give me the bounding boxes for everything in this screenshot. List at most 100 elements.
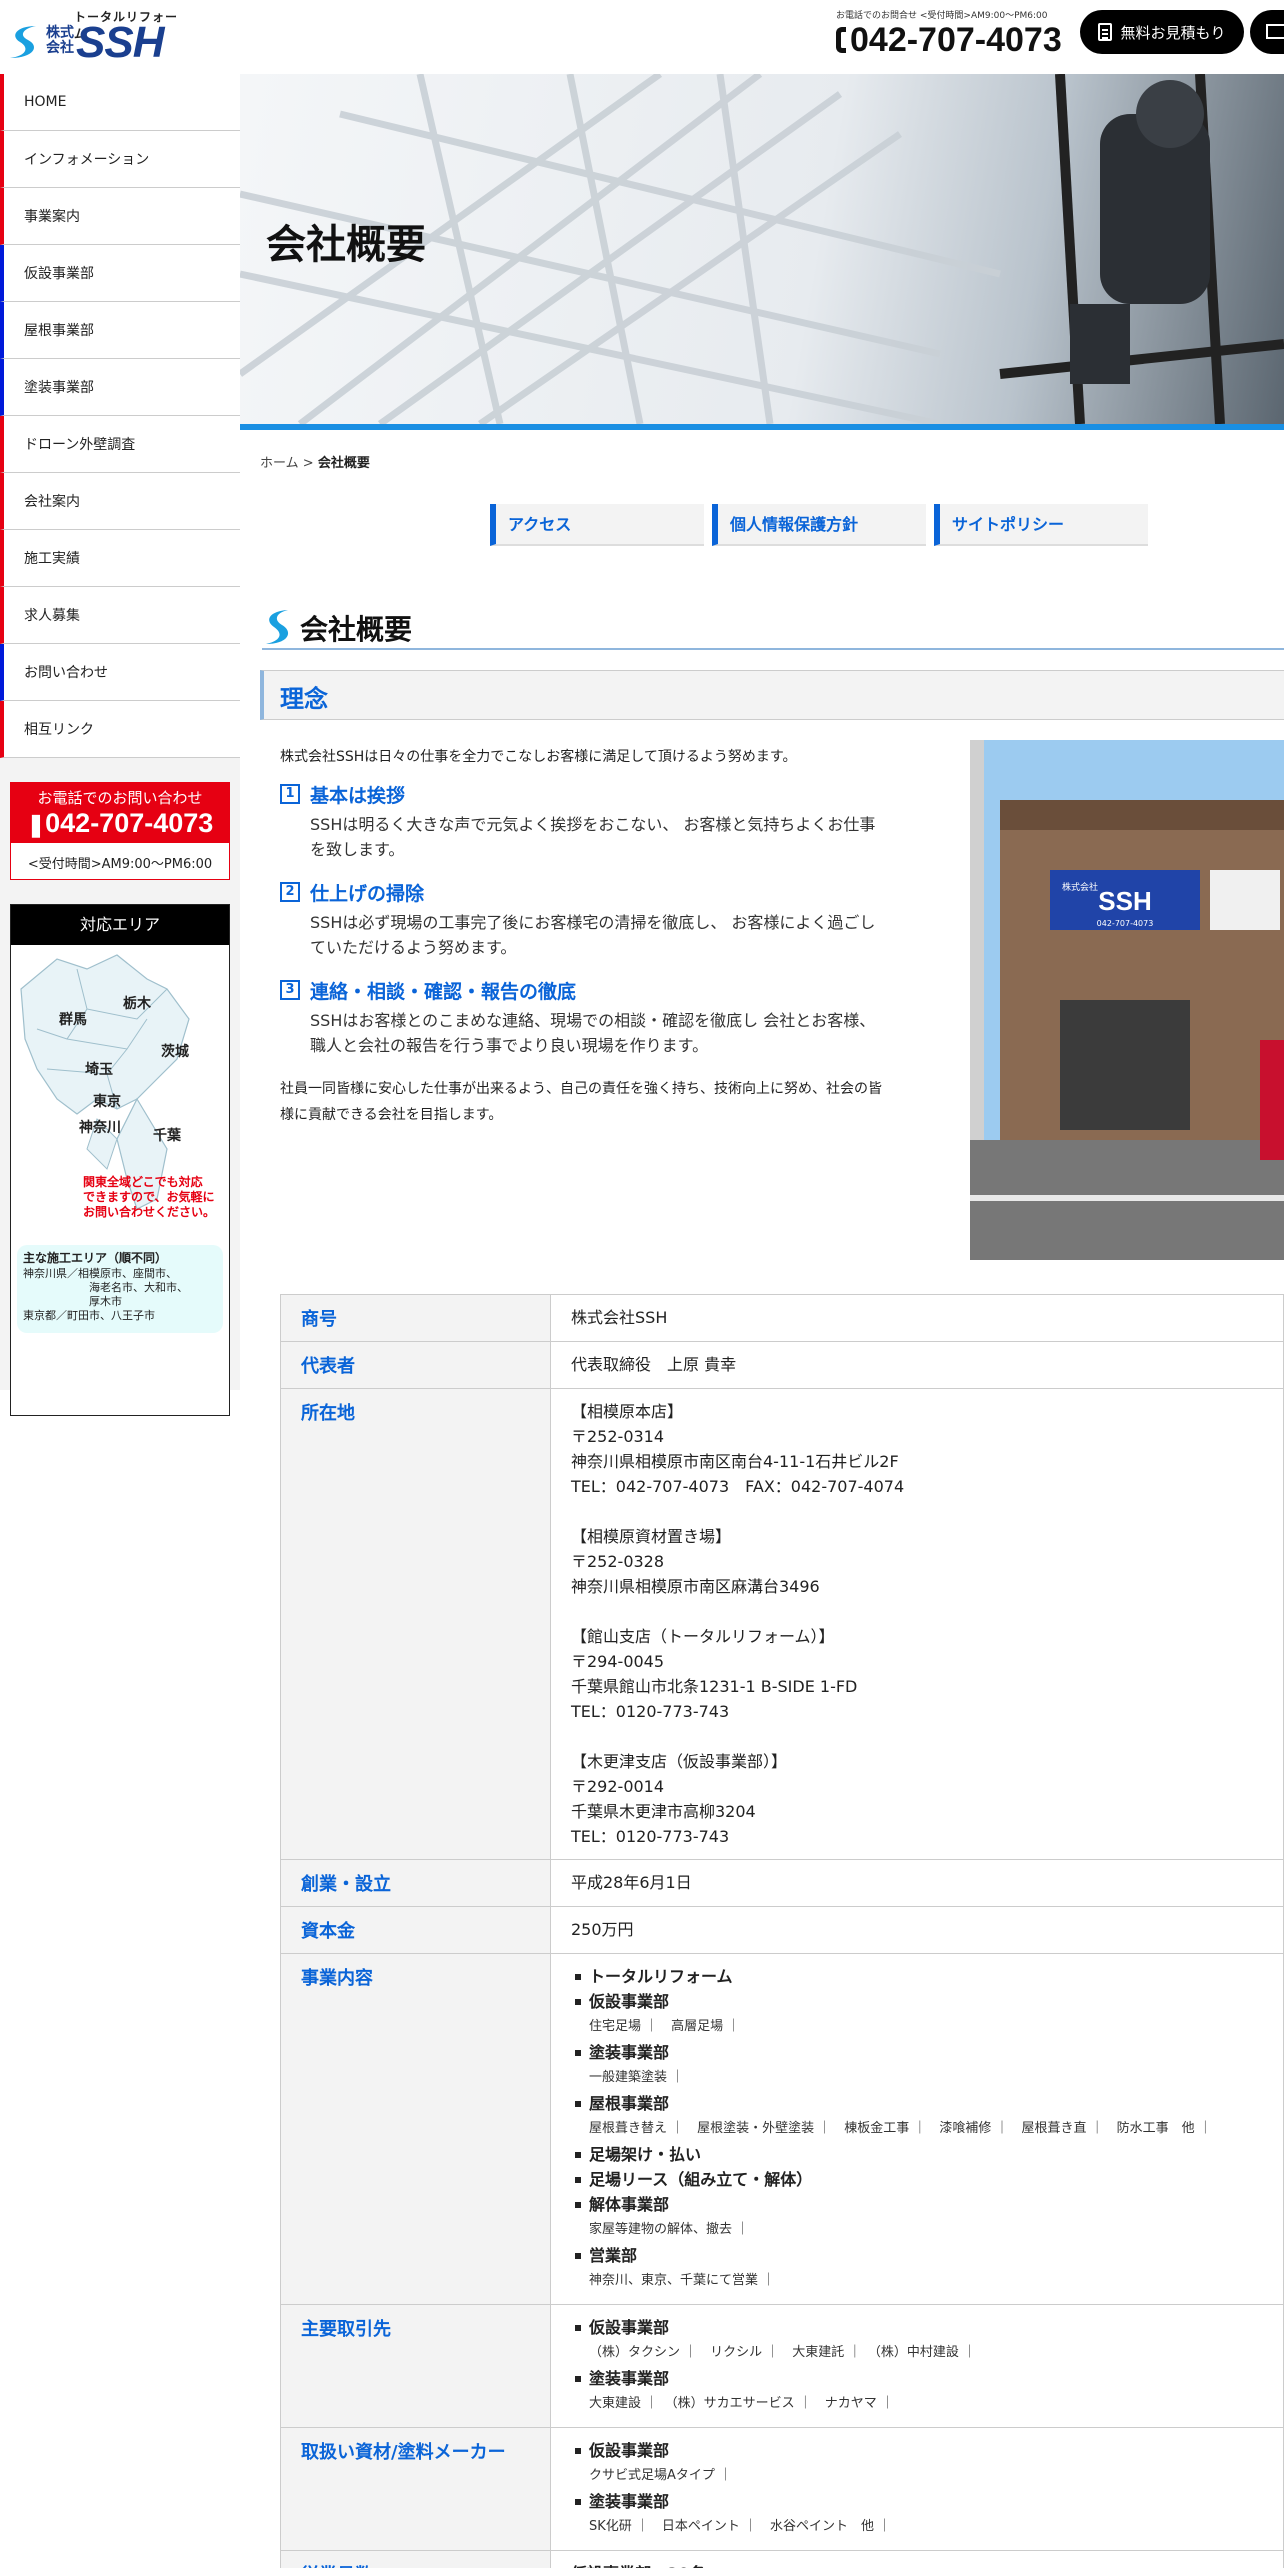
sidebar-item-painting[interactable]: 塗装事業部 — [0, 359, 240, 416]
row-label: 主要取引先 — [280, 2304, 551, 2428]
mail-button[interactable] — [1250, 10, 1284, 54]
sidebar-item-recruit[interactable]: 求人募集 — [0, 587, 240, 644]
row-label: 商号 — [280, 1294, 551, 1342]
row-label: 資本金 — [280, 1906, 551, 1954]
sidebar-item-contact[interactable]: お問い合わせ — [0, 644, 240, 701]
philosophy-heading: 理念 — [260, 670, 1284, 720]
philosophy-point-body: SSHはお客様とのこまめな連絡、現場での相談・確認を徹底し 会社とお客様、職人と… — [310, 1011, 876, 1055]
header-tel-number: 042-707-4073 — [850, 21, 1062, 59]
company-logo[interactable]: トータルリフォーム 株式会社 SSH — [6, 6, 186, 68]
table-row: 創業・設立 平成28年6月1日 — [280, 1859, 1284, 1907]
row-label: 事業内容 — [280, 1953, 551, 2305]
sidebar-item-information[interactable]: インフォメーション — [0, 131, 240, 188]
service-area-box: 対応エリア 群馬 栃木 茨城 埼玉 東京 神奈川 千葉 関東全域どこでも対応 で… — [10, 904, 230, 1416]
company-info-table: 商号 株式会社SSH 代表者 代表取締役 上原 貴幸 所在地 【相模原本店】 〒… — [280, 1294, 1284, 2568]
row-value: 平成28年6月1日 — [550, 1859, 1284, 1907]
breadcrumb-home[interactable]: ホーム — [260, 456, 299, 471]
subnav-privacy[interactable]: 個人情報保護方針 — [712, 504, 926, 546]
sidebar-item-home[interactable]: HOME — [0, 74, 240, 131]
area-label-gunma: 群馬 — [59, 1012, 87, 1028]
table-row: 所在地 【相模原本店】 〒252-0314 神奈川県相模原市南区南台4-11-1… — [280, 1388, 1284, 1860]
header-contact: お電話でのお問合せ <受付時間>AM9:00〜PM6:00 042-707-40… — [836, 8, 1062, 59]
table-row: 事業内容 トータルリフォーム 仮設事業部 住宅足場 ｜ 高層足場 ｜ 塗装事業部… — [280, 1953, 1284, 2305]
row-label: 所在地 — [280, 1388, 551, 1860]
philosophy-point-body: SSHは明るく大きな声で元気よく挨拶をおこない、 お客様と気持ちよくお仕事を致し… — [310, 815, 876, 859]
office-sign-sub: 株式会社 — [1062, 881, 1098, 893]
table-row: 代表者 代表取締役 上原 貴幸 — [280, 1341, 1284, 1389]
office-sign-tel: 042-707-4073 — [1097, 919, 1154, 928]
sidebar-item-works[interactable]: 施工実績 — [0, 530, 240, 587]
hero-title: 会社概要 — [266, 222, 426, 268]
service-area-title: 対応エリア — [11, 905, 229, 945]
office-sign-brand: SSH — [1098, 886, 1151, 916]
subnav-site-policy[interactable]: サイトポリシー — [934, 504, 1148, 546]
row-value: 仮設事業部 20名 — [550, 2550, 1284, 2568]
section-swoosh-icon — [266, 610, 289, 644]
breadcrumb: ホーム > 会社概要 — [260, 452, 370, 471]
sidebar-item-drone[interactable]: ドローン外壁調査 — [0, 416, 240, 473]
header-contact-note: お電話でのお問合せ <受付時間>AM9:00〜PM6:00 — [836, 11, 1048, 21]
sidebar-item-roofing[interactable]: 屋根事業部 — [0, 302, 240, 359]
table-row: 取扱い資材/塗料メーカー 仮設事業部 クサビ式足場Aタイプ ｜ 塗装事業部 SK… — [280, 2427, 1284, 2551]
breadcrumb-current: 会社概要 — [317, 456, 370, 471]
business-list: トータルリフォーム 仮設事業部 住宅足場 ｜ 高層足場 ｜ 塗装事業部 一般建築… — [571, 1964, 1263, 2294]
row-label: 代表者 — [280, 1341, 551, 1389]
philosophy-closing: 社員一同皆様に安心した仕事が出来るよう、自己の責任を強く持ち、技術向上に努め、社… — [280, 1081, 882, 1123]
sidebar-tel-hours: <受付時間>AM9:00〜PM6:00 — [27, 857, 213, 872]
sidebar-tel-box[interactable]: お電話でのお問い合わせ ❚042-707-4073 <受付時間>AM9:00〜P… — [10, 782, 230, 880]
sidebar-tel-number: ❚042-707-4073 — [26, 808, 214, 838]
materials-list: 仮設事業部 クサビ式足場Aタイプ ｜ 塗装事業部 SK化研 ｜ 日本ペイント ｜… — [571, 2438, 1263, 2540]
philosophy-point-title: 連絡・相談・確認・報告の徹底 — [310, 981, 577, 1003]
mail-icon — [1266, 24, 1284, 39]
table-row: 従業員数 仮設事業部 20名 — [280, 2550, 1284, 2568]
logo-kaisha: 株式会社 — [46, 25, 74, 56]
table-row: 主要取引先 仮設事業部 （株）タクシン ｜ リクシル ｜ 大東建託 ｜ （株）中… — [280, 2304, 1284, 2428]
phone-icon: ❚ — [26, 812, 46, 837]
breadcrumb-separator: > — [302, 456, 314, 471]
logo-swoosh-icon — [10, 26, 36, 58]
free-estimate-button[interactable]: 無料お見積もり — [1080, 10, 1244, 54]
subnav-access[interactable]: アクセス — [490, 504, 704, 546]
sidebar-tel-title: お電話でのお問い合わせ — [37, 789, 203, 807]
office-building-image: SSH 株式会社 042-707-4073 — [970, 740, 1284, 1260]
service-area-list: 主な施工エリア（順不同） 神奈川県／相模原市、座間市、 海老名市、大和市、 厚木… — [17, 1245, 223, 1333]
clients-list: 仮設事業部 （株）タクシン ｜ リクシル ｜ 大東建託 ｜ （株）中村建設 ｜ … — [571, 2315, 1263, 2417]
row-value: 株式会社SSH — [550, 1294, 1284, 1342]
row-value: 250万円 — [550, 1906, 1284, 1954]
philosophy-point: 2 仕上げの掃除 SSHは必ず現場の工事完了後にお客様宅の清掃を徹底し、 お客様… — [280, 880, 880, 960]
philosophy-point-title: 基本は挨拶 — [310, 785, 406, 807]
section-title: 会社概要 — [262, 604, 1284, 650]
philosophy-point-body: SSHは必ず現場の工事完了後にお客様宅の清掃を徹底し、 お客様によく過ごしていた… — [310, 913, 876, 957]
philosophy-intro: 株式会社SSHは日々の仕事を全力でこなしお客様に満足して頂けるよう努めます。 — [280, 749, 797, 765]
sidebar-item-business[interactable]: 事業案内 — [0, 188, 240, 245]
area-label-ibaraki: 茨城 — [161, 1044, 189, 1060]
philosophy-point: 3 連絡・相談・確認・報告の徹底 SSHはお客様とのこまめな連絡、現場での相談・… — [280, 978, 880, 1058]
area-label-kanagawa: 神奈川 — [79, 1120, 121, 1136]
philosophy-point-title: 仕上げの掃除 — [310, 883, 425, 905]
philosophy-point: 1 基本は挨拶 SSHは明るく大きな声で元気よく挨拶をおこない、 お客様と気持ち… — [280, 782, 880, 862]
header-tel[interactable]: 042-707-4073 — [836, 21, 1062, 59]
row-label: 取扱い資材/塗料メーカー — [280, 2427, 551, 2551]
sidebar-item-scaffolding[interactable]: 仮設事業部 — [0, 245, 240, 302]
area-label-tokyo: 東京 — [93, 1094, 121, 1110]
sidebar-item-company[interactable]: 会社案内 — [0, 473, 240, 530]
service-area-note: 関東全域どこでも対応 できますので、お気軽に お問い合わせください。 — [83, 1175, 216, 1219]
table-row: 資本金 250万円 — [280, 1906, 1284, 1954]
free-estimate-label: 無料お見積もり — [1120, 23, 1226, 42]
area-label-chiba: 千葉 — [153, 1128, 181, 1144]
table-row: 商号 株式会社SSH — [280, 1294, 1284, 1342]
phone-icon — [836, 27, 846, 53]
clipboard-icon — [1098, 23, 1113, 41]
sidebar-item-links[interactable]: 相互リンク — [0, 701, 240, 758]
logo-brand: SSH — [76, 18, 164, 67]
row-label: 創業・設立 — [280, 1859, 551, 1907]
row-value: 代表取締役 上原 貴幸 — [550, 1341, 1284, 1389]
address-list: 【相模原本店】 〒252-0314 神奈川県相模原市南区南台4-11-1石井ビル… — [550, 1388, 1284, 1860]
area-label-saitama: 埼玉 — [85, 1062, 113, 1078]
area-label-tochigi: 栃木 — [123, 996, 151, 1012]
site-header: トータルリフォーム 株式会社 SSH お電話でのお問合せ <受付時間>AM9:0… — [0, 0, 1284, 74]
page-hero: 会社概要 — [240, 74, 1284, 430]
sidebar: HOME インフォメーション 事業案内 仮設事業部 屋根事業部 塗装事業部 ドロ… — [0, 74, 240, 1416]
row-label: 従業員数 — [280, 2550, 551, 2568]
office-photo: SSH 株式会社 042-707-4073 — [970, 740, 1284, 1260]
